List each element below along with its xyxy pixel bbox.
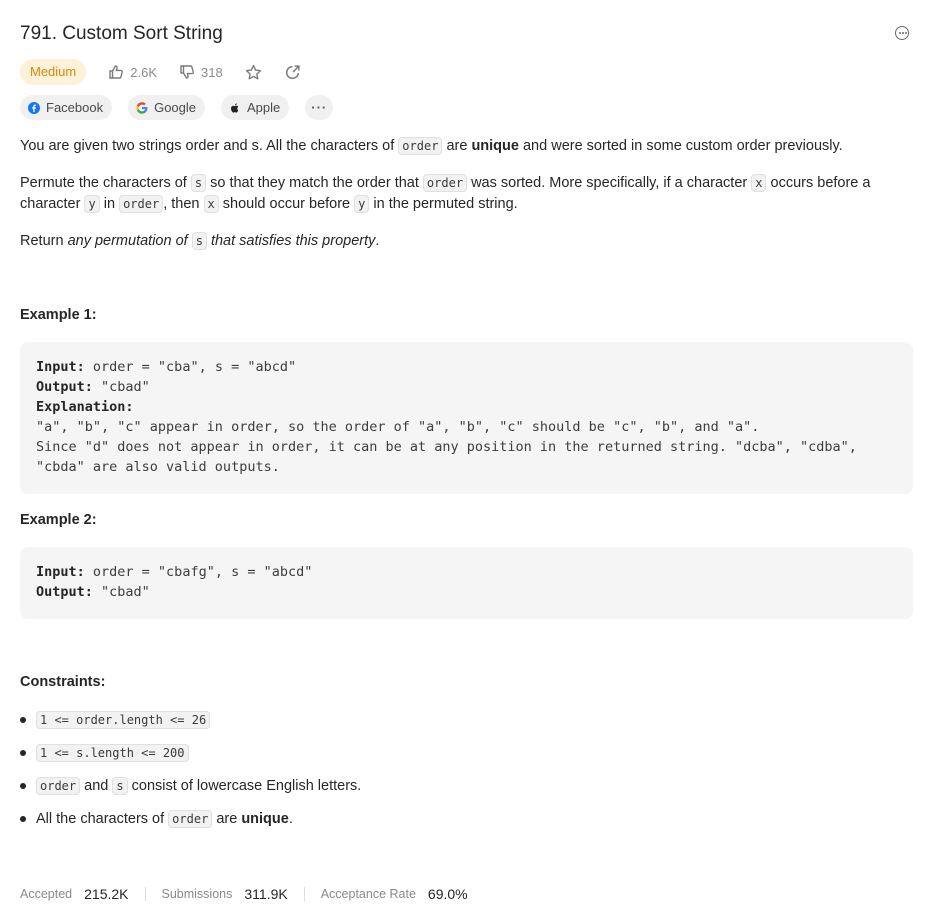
text: was sorted. More specifically, if a char…	[467, 175, 752, 191]
inline-code: 1 <= order.length <= 26	[36, 711, 211, 729]
like-button[interactable]: 2.6K	[108, 64, 157, 80]
text: You are given two strings order and s. A…	[20, 138, 399, 154]
text: should occur before	[218, 196, 355, 212]
text: are	[442, 138, 472, 154]
list-item: order and s consist of lowercase English…	[19, 770, 362, 803]
inline-code: order	[36, 777, 81, 795]
text: and were sorted in some custom order pre…	[518, 138, 843, 154]
facebook-icon	[28, 101, 40, 114]
output-label: Output:	[36, 584, 93, 600]
google-icon	[136, 101, 148, 114]
explanation-label: Explanation:	[36, 399, 134, 415]
output-value: "cbad"	[92, 379, 150, 395]
text: Return	[20, 233, 68, 249]
tag-more-button[interactable]: ···	[305, 95, 334, 120]
share-icon	[285, 64, 300, 79]
inline-code: y	[354, 195, 370, 213]
accepted-label: Accepted	[20, 887, 73, 901]
text: in	[99, 196, 120, 212]
input-label: Input:	[36, 359, 85, 375]
explanation-line: Since "d" does not appear in order, it c…	[36, 439, 857, 455]
company-tags: Facebook Google Apple ···	[20, 95, 349, 120]
example-2-block: Input: order = "cbafg", s = "abcd" Outpu…	[20, 547, 913, 619]
inline-code: x	[203, 195, 219, 213]
meta-row: Medium 2.6K 318	[20, 59, 301, 85]
inline-code: x	[751, 174, 767, 192]
text: in the permuted string.	[369, 196, 518, 212]
inline-code: order	[119, 195, 164, 213]
favorite-button[interactable]	[245, 64, 262, 81]
example-1-heading: Example 1:	[20, 307, 97, 323]
submissions-label: Submissions	[161, 887, 233, 901]
problem-title: 791. Custom Sort String	[20, 23, 223, 44]
text: so that they match the order that	[206, 175, 423, 191]
list-item: 1 <= s.length <= 200	[19, 737, 361, 770]
bold-text: unique	[241, 811, 289, 827]
description-paragraph-1: You are given two strings order and s. A…	[20, 136, 913, 157]
acceptance-rate-value: 69.0%	[427, 886, 468, 902]
example-2-heading: Example 2:	[20, 512, 97, 528]
tag-label: Facebook	[46, 100, 104, 115]
inline-code: y	[84, 195, 100, 213]
difficulty-badge: Medium	[20, 59, 87, 85]
tag-label: Google	[154, 100, 197, 115]
divider	[303, 887, 305, 901]
thumbs-up-icon	[109, 65, 124, 79]
inline-code: order	[398, 137, 443, 155]
text: All the characters of	[36, 811, 169, 827]
text: , then	[163, 196, 204, 212]
constraints-list: 1 <= order.length <= 26 1 <= s.length <=…	[19, 704, 362, 836]
dislike-count: 318	[201, 64, 223, 80]
inline-code: s	[112, 777, 128, 795]
italic-text: any permutation of	[67, 233, 192, 249]
output-value: "cbad"	[92, 584, 150, 600]
list-item: All the characters of order are unique.	[19, 803, 361, 836]
title-row: 791. Custom Sort String	[20, 22, 913, 48]
text: .	[288, 811, 293, 827]
thumbs-down-icon	[180, 65, 194, 79]
input-value: order = "cbafg", s = "abcd"	[84, 564, 313, 580]
text: consist of lowercase English letters.	[127, 778, 362, 794]
inline-code: order	[422, 174, 468, 192]
inline-code: 1 <= s.length <= 200	[36, 744, 189, 762]
list-item: 1 <= order.length <= 26	[19, 704, 361, 737]
explanation-line: "a", "b", "c" appear in order, so the or…	[36, 419, 760, 435]
inline-code: order	[168, 810, 213, 828]
more-options-icon[interactable]	[895, 26, 909, 40]
text: and	[80, 778, 113, 794]
more-icon: ···	[311, 100, 328, 115]
output-label: Output:	[36, 379, 93, 395]
share-button[interactable]	[284, 64, 301, 81]
description-paragraph-3: Return any permutation of s that satisfi…	[20, 231, 913, 252]
text: are	[212, 811, 242, 827]
text: .	[375, 233, 380, 249]
stats-row: Accepted 215.2K Submissions 311.9K Accep…	[20, 884, 468, 904]
tag-apple[interactable]: Apple	[221, 95, 290, 120]
like-count: 2.6K	[130, 64, 157, 80]
bold-text: unique	[471, 138, 519, 154]
tag-facebook[interactable]: Facebook	[20, 95, 113, 120]
italic-text: that satisfies this property	[206, 233, 376, 249]
text: Permute the characters of	[20, 175, 191, 191]
tag-google[interactable]: Google	[128, 95, 206, 120]
inline-code: s	[191, 232, 207, 250]
apple-icon	[231, 102, 239, 113]
divider	[144, 887, 146, 901]
description-paragraph-2: Permute the characters of s so that they…	[20, 173, 913, 215]
constraints-heading: Constraints:	[20, 674, 106, 690]
input-value: order = "cba", s = "abcd"	[84, 359, 297, 375]
example-1-block: Input: order = "cba", s = "abcd" Output:…	[20, 342, 913, 494]
input-label: Input:	[36, 564, 85, 580]
tag-label: Apple	[247, 100, 281, 115]
explanation-line: "cbda" are also valid outputs.	[36, 459, 280, 475]
accepted-value: 215.2K	[84, 886, 129, 902]
submissions-value: 311.9K	[244, 886, 288, 902]
dislike-button[interactable]: 318	[179, 64, 223, 80]
star-icon	[245, 64, 261, 79]
acceptance-rate-label: Acceptance Rate	[320, 887, 416, 901]
inline-code: s	[190, 174, 207, 192]
